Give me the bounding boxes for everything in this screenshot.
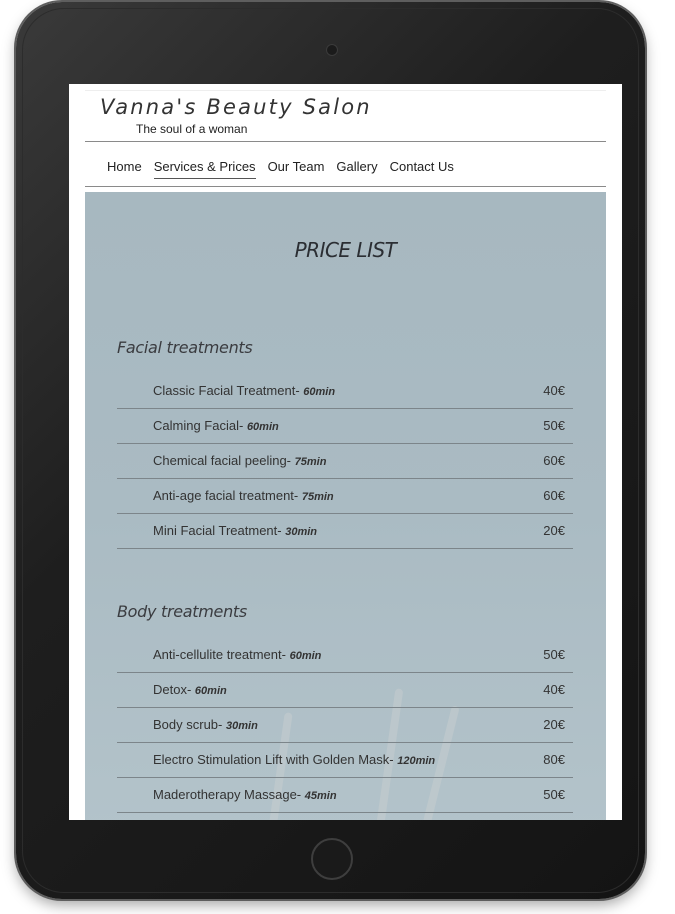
item-name: Anti-cellulite treatment- 60min [153, 647, 321, 662]
nav-item-services-prices[interactable]: Services & Prices [153, 159, 256, 179]
item-name: Mini Facial Treatment- 30min [153, 523, 317, 538]
item-price: 60€ [543, 488, 565, 503]
nav-item-contact-us[interactable]: Contact Us [390, 159, 454, 179]
item-price: 50€ [543, 418, 565, 433]
price-row: Maderotherapy Massage- 45min 50€ [117, 778, 573, 813]
item-label: Detox- [153, 682, 192, 697]
nav-divider [85, 186, 606, 187]
item-price: 40€ [543, 682, 565, 697]
item-duration: 75min [301, 491, 334, 503]
site-title[interactable]: Vanna's Beauty Salon [100, 95, 372, 119]
item-label: Chemical facial peeling- [153, 453, 292, 468]
item-price: 40€ [543, 383, 565, 398]
item-name: Detox- 60min [153, 682, 227, 697]
item-duration: 60min [194, 685, 227, 697]
tablet-screen: Vanna's Beauty Salon The soul of a woman… [69, 84, 622, 820]
site-header: Vanna's Beauty Salon The soul of a woman [85, 90, 606, 143]
item-name: Maderotherapy Massage- 45min [153, 787, 337, 802]
nav-item-our-team[interactable]: Our Team [268, 159, 325, 179]
price-list-content: PRICE LIST Facial treatments Classic Fac… [85, 192, 606, 820]
nav-item-home[interactable]: Home [107, 159, 142, 179]
tablet-device-frame: Vanna's Beauty Salon The soul of a woman… [16, 2, 645, 899]
section-title-facial: Facial treatments [117, 338, 253, 357]
price-row: Anti-age facial treatment- 75min 60€ [117, 479, 573, 514]
item-name: Anti-age facial treatment- 75min [153, 488, 334, 503]
item-label: Electro Stimulation Lift with Golden Mas… [153, 752, 394, 767]
item-price: 20€ [543, 523, 565, 538]
nav-item-gallery[interactable]: Gallery [336, 159, 377, 179]
item-name: Chemical facial peeling- 75min [153, 453, 326, 468]
item-duration: 30min [226, 720, 258, 732]
price-row: Detox- 60min 40€ [117, 673, 573, 708]
item-label: Body scrub- [153, 717, 223, 732]
facial-price-list: Classic Facial Treatment- 60min 40€ Calm… [117, 374, 573, 549]
item-price: 80€ [543, 752, 565, 767]
item-duration: 120min [397, 755, 436, 767]
price-row: Mini Facial Treatment- 30min 20€ [117, 514, 573, 549]
item-label: Anti-age facial treatment- [153, 488, 299, 503]
item-label: Calming Facial- [153, 418, 244, 433]
price-list-title: PRICE LIST [294, 238, 397, 262]
site-tagline: The soul of a woman [136, 122, 248, 136]
item-price: 60€ [543, 453, 565, 468]
item-price: 50€ [543, 787, 565, 802]
item-duration: 60min [289, 650, 322, 662]
item-duration: 45min [304, 790, 337, 802]
item-name: Body scrub- 30min [153, 717, 258, 732]
price-row: Calming Facial- 60min 50€ [117, 409, 573, 444]
item-name: Electro Stimulation Lift with Golden Mas… [153, 752, 435, 767]
home-button-icon[interactable] [311, 838, 353, 880]
main-navigation: Home Services & Prices Our Team Gallery … [107, 159, 454, 179]
price-row: Chemical facial peeling- 75min 60€ [117, 444, 573, 479]
item-label: Anti-cellulite treatment- [153, 647, 286, 662]
item-name: Calming Facial- 60min [153, 418, 279, 433]
price-row: Classic Facial Treatment- 60min 40€ [117, 374, 573, 409]
item-label: Classic Facial Treatment- [153, 383, 300, 398]
item-price: 50€ [543, 647, 565, 662]
body-price-list: Anti-cellulite treatment- 60min 50€ Deto… [117, 638, 573, 813]
price-row: Anti-cellulite treatment- 60min 50€ [117, 638, 573, 673]
item-name: Classic Facial Treatment- 60min [153, 383, 335, 398]
item-duration: 30min [285, 526, 318, 538]
item-label: Maderotherapy Massage- [153, 787, 302, 802]
price-row: Body scrub- 30min 20€ [117, 708, 573, 743]
item-duration: 60min [246, 421, 279, 433]
item-price: 20€ [543, 717, 565, 732]
item-label: Mini Facial Treatment- [153, 523, 282, 538]
item-duration: 60min [303, 386, 336, 398]
price-row: Electro Stimulation Lift with Golden Mas… [117, 743, 573, 778]
front-camera-icon [326, 44, 338, 56]
section-title-body: Body treatments [117, 602, 247, 621]
item-duration: 75min [294, 456, 327, 468]
header-divider [85, 141, 606, 142]
